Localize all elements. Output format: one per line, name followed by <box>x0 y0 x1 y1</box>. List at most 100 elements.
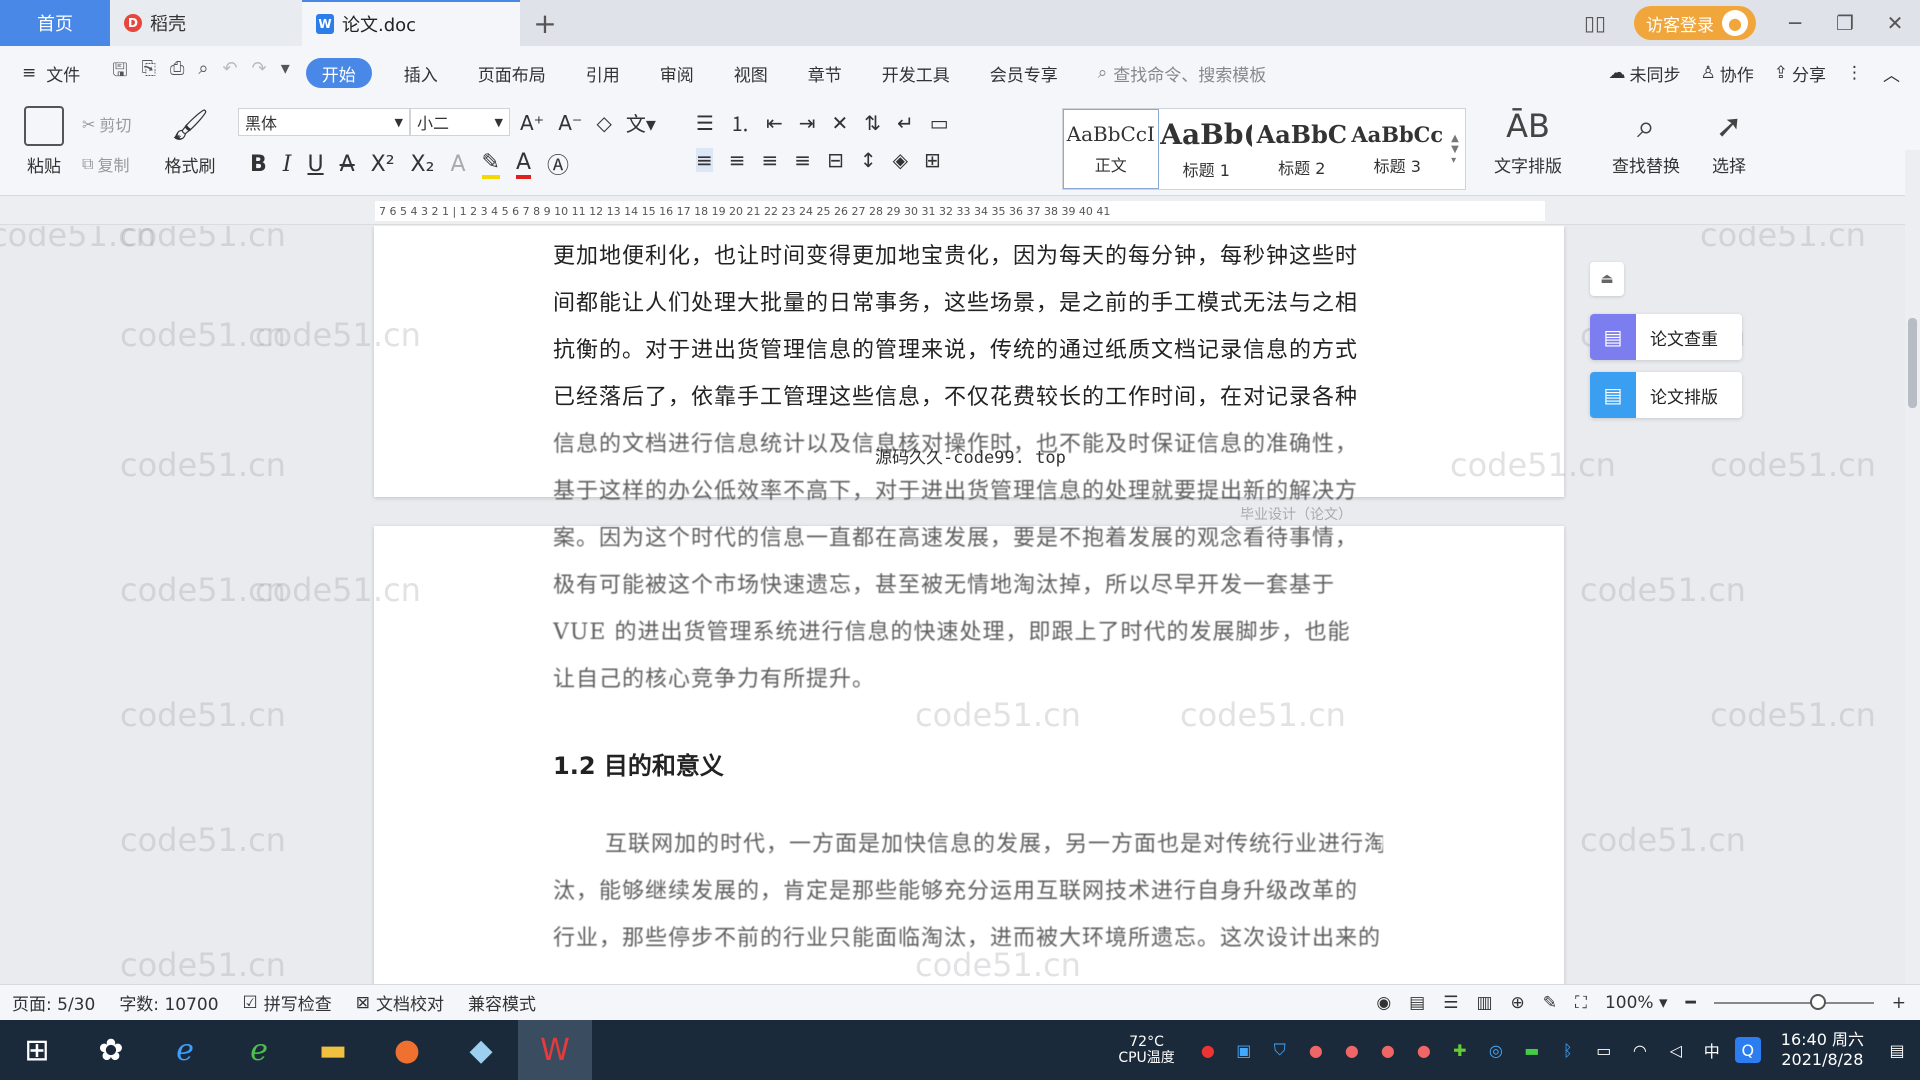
qq-icon[interactable]: Q <box>1734 1037 1761 1063</box>
style-heading-3[interactable]: AaBbCcl 标题 3 <box>1350 109 1446 189</box>
wps-app-icon[interactable]: W <box>518 1020 592 1080</box>
outline-view-icon[interactable]: ☰ <box>1443 993 1458 1013</box>
numbered-list-icon[interactable]: ⒈ <box>730 108 750 137</box>
justify-icon[interactable]: ≡ <box>794 148 811 172</box>
write-view-icon[interactable]: ✎ <box>1543 993 1557 1013</box>
ie-browser-icon[interactable]: ℯ <box>148 1020 222 1080</box>
eye-protect-icon[interactable]: ◉ <box>1376 993 1391 1013</box>
sort-icon[interactable]: ⇅ <box>864 111 881 135</box>
tray-app-icon[interactable]: ● <box>1303 1037 1329 1063</box>
restore-icon[interactable]: ❐ <box>1820 0 1870 46</box>
format-painter-button[interactable]: 🖌 格式刷 <box>160 106 220 177</box>
style-heading-2[interactable]: AaBbC 标题 2 <box>1254 109 1350 189</box>
notes-app-icon[interactable]: ◆ <box>444 1020 518 1080</box>
tray-app-icon[interactable]: ● <box>1375 1037 1401 1063</box>
page-view-icon[interactable]: ▤ <box>1409 993 1425 1013</box>
tab-page-layout[interactable]: 页面布局 <box>458 58 566 88</box>
collapse-ribbon-icon[interactable]: ︿ <box>1883 61 1900 86</box>
game-app-icon[interactable]: ● <box>370 1020 444 1080</box>
start-icon[interactable]: ⊞ <box>0 1020 74 1080</box>
tab-view[interactable]: 视图 <box>714 58 788 88</box>
minimize-icon[interactable]: ─ <box>1770 0 1820 46</box>
proofread-button[interactable]: ⊠ 文档校对 <box>344 990 456 1016</box>
more-icon[interactable]: ⋮ <box>1846 63 1863 83</box>
paste-button[interactable]: 粘贴 <box>16 106 72 177</box>
file-explorer-icon[interactable]: ▬ <box>296 1020 370 1080</box>
copy-button[interactable]: ⧉ 复制 <box>82 152 129 176</box>
select-button[interactable]: ➚ 选择 <box>1712 108 1746 177</box>
file-menu[interactable]: ≡ 文件 <box>0 61 98 86</box>
text-layout-button[interactable]: ĀB 文字排版 <box>1494 108 1562 177</box>
shield-icon[interactable]: ⛉ <box>1267 1037 1293 1063</box>
print-icon[interactable]: ⎙ <box>170 58 184 88</box>
paper-check-button[interactable]: ▤ 论文查重 <box>1590 314 1742 360</box>
layout-toggle-icon[interactable]: ▯▯ <box>1570 0 1620 46</box>
show-marks-icon[interactable]: ↵ <box>897 111 914 135</box>
highlight-icon[interactable]: ✎ <box>481 150 500 179</box>
notification-icon[interactable]: ▤ <box>1884 1037 1910 1063</box>
web-view-icon[interactable]: ⊕ <box>1511 993 1525 1013</box>
horizontal-ruler[interactable]: 7 6 5 4 3 2 1 | 1 2 3 4 5 6 7 8 9 10 11 … <box>0 197 1905 225</box>
redo-icon[interactable]: ↷ <box>252 58 267 88</box>
italic-icon[interactable]: I <box>283 152 292 177</box>
align-left-icon[interactable]: ≡ <box>696 148 713 172</box>
tab-references[interactable]: 引用 <box>566 58 640 88</box>
tab-insert[interactable]: 插入 <box>384 58 458 88</box>
tab-member[interactable]: 会员专享 <box>970 58 1078 88</box>
border-icon[interactable]: ⊞ <box>924 148 941 172</box>
save-icon[interactable]: 🖫 <box>112 58 127 88</box>
chinese-layout-icon[interactable]: ✕ <box>831 111 848 135</box>
zoom-select[interactable]: 100% ▾ <box>1605 993 1668 1013</box>
print-preview-icon[interactable]: ⌕ <box>198 58 208 88</box>
shrink-font-icon[interactable]: A⁻ <box>558 111 582 135</box>
page-indicator[interactable]: 页面: 5/30 <box>0 990 107 1015</box>
wifi-icon[interactable]: ◠ <box>1627 1037 1653 1063</box>
browser-360-icon[interactable]: ℯ <box>222 1020 296 1080</box>
share-button[interactable]: ⇪ 分享 <box>1774 61 1826 86</box>
phonetic-icon[interactable]: 文▾ <box>626 108 656 137</box>
bluetooth-icon[interactable]: ᛒ <box>1555 1037 1581 1063</box>
tray-app-icon[interactable]: ◎ <box>1483 1037 1509 1063</box>
paper-layout-button[interactable]: ▤ 论文排版 <box>1590 372 1742 418</box>
word-count[interactable]: 字数: 10700 <box>107 990 230 1015</box>
align-right-icon[interactable]: ≡ <box>762 148 779 172</box>
battery-icon[interactable]: ▭ <box>1591 1037 1617 1063</box>
distribute-icon[interactable]: ⊟ <box>827 148 844 172</box>
style-normal[interactable]: AaBbCcI 正文 <box>1063 109 1159 189</box>
zoom-slider[interactable] <box>1713 994 1874 1010</box>
tab-daoke[interactable]: D 稻壳 <box>110 0 302 46</box>
tray-app-icon[interactable]: ▣ <box>1231 1037 1257 1063</box>
subscript-icon[interactable]: X₂ <box>411 152 435 177</box>
spell-check-button[interactable]: ☑ 拼写检查 <box>231 990 344 1016</box>
superscript-icon[interactable]: X² <box>371 152 395 177</box>
find-replace-button[interactable]: ⌕ 查找替换 <box>1612 108 1680 177</box>
undo-icon[interactable]: ↶ <box>223 58 238 88</box>
decrease-indent-icon[interactable]: ⇤ <box>766 111 783 135</box>
export-icon[interactable]: ⎘ <box>142 58 156 88</box>
cut-button[interactable]: ✂ 剪切 <box>82 112 131 136</box>
font-color-icon[interactable]: A <box>515 150 531 179</box>
app-360-icon[interactable]: ✿ <box>74 1020 148 1080</box>
align-center-icon[interactable]: ≡ <box>729 148 746 172</box>
grow-font-icon[interactable]: A⁺ <box>520 111 544 135</box>
scrollbar-thumb[interactable] <box>1908 318 1917 408</box>
style-gallery-scroll[interactable]: ▲ ▼ ▾ <box>1445 109 1465 189</box>
style-heading-1[interactable]: AaBb( 标题 1 <box>1159 109 1255 189</box>
tray-app-icon[interactable]: ▬ <box>1519 1037 1545 1063</box>
bullet-list-icon[interactable]: ☰ <box>696 111 714 135</box>
tab-start[interactable]: 开始 <box>305 58 372 88</box>
zoom-in-icon[interactable]: + <box>1892 993 1906 1013</box>
fit-page-icon[interactable]: ⛶ <box>1575 993 1587 1013</box>
char-border-icon[interactable]: Ⓐ <box>547 148 569 180</box>
customize-dropdown-icon[interactable]: ▾ <box>281 58 290 88</box>
close-icon[interactable]: ✕ <box>1870 0 1920 46</box>
collab-button[interactable]: ♙ 协作 <box>1701 61 1754 86</box>
volume-icon[interactable]: ◁ <box>1663 1037 1689 1063</box>
font-size-select[interactable]: 小二 ▼ <box>410 108 510 136</box>
panel-collapse-button[interactable]: ⏏ <box>1590 262 1624 296</box>
text-effect-icon[interactable]: A <box>450 152 465 177</box>
tab-chapter[interactable]: 章节 <box>788 58 862 88</box>
document-workspace[interactable]: code51.cn code51.cn code51.cn code51.cn … <box>0 226 1905 984</box>
bold-icon[interactable]: B <box>250 152 267 177</box>
tab-home[interactable]: 首页 <box>0 0 110 46</box>
